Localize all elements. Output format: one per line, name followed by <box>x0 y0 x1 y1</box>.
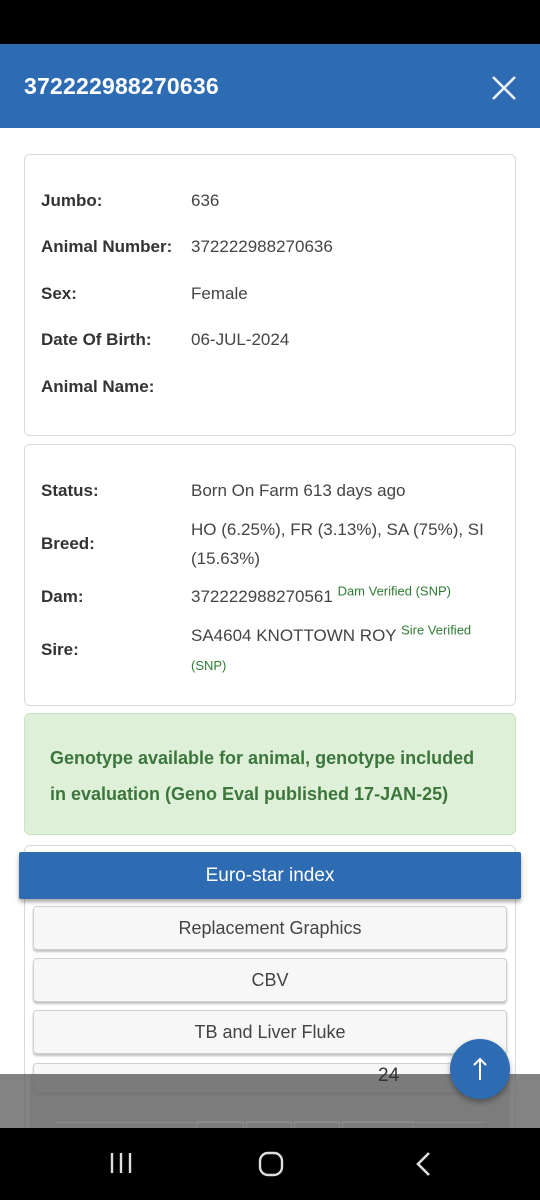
info-label: Date Of Birth: <box>41 330 152 349</box>
dam-verified-badge: Dam Verified (SNP) <box>337 583 451 599</box>
info-row-animal-name: Animal Name: <box>41 372 499 401</box>
info-row-animal-number: Animal Number: 372222988270636 <box>41 232 499 261</box>
tab-fragment[interactable] <box>294 1121 340 1128</box>
info-label: Animal Number: <box>41 237 173 256</box>
animal-details-card: Status: Born On Farm 613 days ago Breed:… <box>24 444 516 706</box>
partial-value: 24 <box>378 1065 400 1086</box>
euro-star-index-button[interactable]: Euro-star index <box>19 852 521 899</box>
info-value: 06-JUL-2024 <box>191 330 290 349</box>
sire-verified-badge-cont: (SNP) <box>191 658 227 673</box>
info-value: Female <box>191 284 248 303</box>
sire-name-link[interactable]: SA4604 KNOTTOWN ROY <box>191 626 396 645</box>
info-value <box>191 372 499 401</box>
detail-label: Sire: <box>41 640 79 659</box>
info-label: Sex: <box>41 284 77 303</box>
tab-fragment[interactable] <box>342 1121 414 1128</box>
info-value: 636 <box>191 191 220 210</box>
home-icon[interactable] <box>257 1150 285 1178</box>
system-nav-bar <box>0 1128 540 1200</box>
tab-fragment[interactable] <box>196 1121 244 1128</box>
detail-row-status: Status: Born On Farm 613 days ago <box>41 476 499 505</box>
recent-apps-icon[interactable] <box>108 1150 134 1176</box>
page-title: 372222988270636 <box>24 73 219 99</box>
detail-label: Status: <box>41 481 99 500</box>
info-row-jumbo: Jumbo: 636 <box>41 186 499 215</box>
info-label: Animal Name: <box>41 377 155 396</box>
tab-fragment[interactable] <box>246 1121 292 1128</box>
status-bar <box>0 0 540 44</box>
genotype-message: Genotype available for animal, genotype … <box>50 748 475 804</box>
replacement-graphics-button[interactable]: Replacement Graphics <box>33 906 507 950</box>
back-icon[interactable] <box>412 1150 436 1178</box>
modal-header: 372222988270636 <box>0 44 540 128</box>
detail-label: Breed: <box>41 534 95 553</box>
animal-info-card: Jumbo: 636 Animal Number: 37222298827063… <box>24 154 516 436</box>
detail-label: Dam: <box>41 587 84 606</box>
detail-value: 372222988270561 Dam Verified (SNP) <box>191 582 499 611</box>
info-value: 372222988270636 <box>191 237 333 256</box>
cbv-button[interactable]: CBV <box>33 958 507 1002</box>
sire-verified-badge: Sire Verified <box>401 622 472 638</box>
detail-row-breed: Breed: HO (6.25%), FR (3.13%), SA (75%),… <box>41 515 499 573</box>
info-row-date-of-birth: Date Of Birth: 06-JUL-2024 <box>41 325 499 354</box>
breed-line-1: HO (6.25%), FR (3.13%), SA (75%), SI <box>191 520 484 539</box>
detail-value: Born On Farm 613 days ago <box>191 481 406 500</box>
tb-liver-fluke-button[interactable]: TB and Liver Fluke <box>33 1010 507 1054</box>
close-icon[interactable] <box>488 72 520 104</box>
genotype-alert: Genotype available for animal, genotype … <box>24 713 516 835</box>
dam-number-link[interactable]: 372222988270561 <box>191 587 333 606</box>
detail-value: HO (6.25%), FR (3.13%), SA (75%), SI (15… <box>191 515 499 573</box>
detail-row-sire: Sire: SA4604 KNOTTOWN ROY Sire Verified … <box>41 621 499 679</box>
info-row-sex: Sex: Female <box>41 279 499 308</box>
detail-row-dam: Dam: 372222988270561 Dam Verified (SNP) <box>41 582 499 611</box>
info-label: Jumbo: <box>41 191 103 210</box>
breed-line-2: (15.63%) <box>191 549 260 568</box>
scroll-to-top-button[interactable] <box>450 1039 510 1099</box>
detail-value: SA4604 KNOTTOWN ROY Sire Verified (SNP) <box>191 621 499 679</box>
overlay-panel <box>30 1074 510 1128</box>
arrow-up-icon <box>473 1057 487 1080</box>
